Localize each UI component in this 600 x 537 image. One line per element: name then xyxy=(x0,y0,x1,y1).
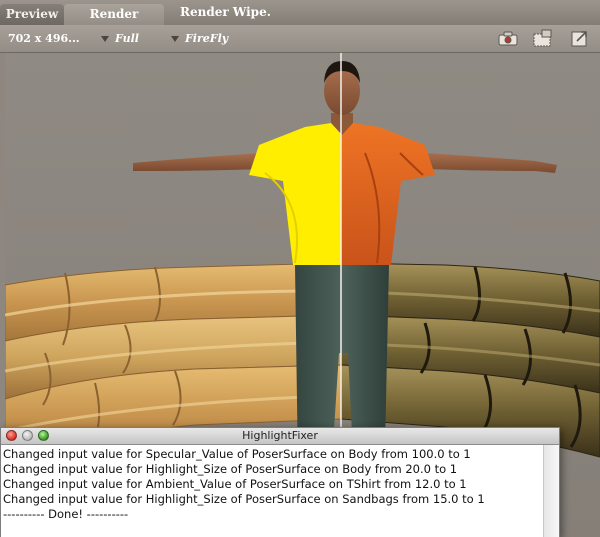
tab-preview[interactable]: Preview xyxy=(0,4,64,25)
log-line: Changed input value for Highlight_Size o… xyxy=(3,462,458,476)
poser-render-window: Preview Render Render Wipe. 702 x 496...… xyxy=(0,0,600,537)
log-scrollbar[interactable] xyxy=(543,445,559,537)
export-icon[interactable] xyxy=(569,29,591,48)
tab-strip: Preview Render Render Wipe. xyxy=(0,0,600,25)
render-settings-icon[interactable] xyxy=(531,29,553,48)
camera-icon[interactable] xyxy=(497,29,519,48)
renderer-dropdown[interactable]: FireFly xyxy=(171,25,228,52)
window-title: HighlightFixer xyxy=(242,429,318,442)
render-size-label: 702 x 496... xyxy=(8,32,80,45)
quality-dropdown[interactable]: Full xyxy=(101,25,139,52)
tab-render[interactable]: Render xyxy=(64,4,164,25)
log-lines: Changed input value for Specular_Value o… xyxy=(3,447,539,522)
renderer-value: FireFly xyxy=(185,32,229,45)
highlightfixer-window: HighlightFixer Changed input value for S… xyxy=(0,427,560,537)
chevron-down-icon xyxy=(171,36,179,42)
log-line: Changed input value for Specular_Value o… xyxy=(3,447,471,461)
chevron-down-icon xyxy=(101,36,109,42)
render-wipe-label[interactable]: Render Wipe. xyxy=(180,3,271,21)
render-settings-bar: 702 x 496... Full FireFly xyxy=(0,25,600,53)
render-size-readout: 702 x 496... xyxy=(8,25,80,52)
log-line: Changed input value for Ambient_Value of… xyxy=(3,477,467,491)
log-line: Changed input value for Highlight_Size o… xyxy=(3,492,485,506)
output-log[interactable]: Changed input value for Specular_Value o… xyxy=(1,445,559,537)
log-line: ---------- Done! ---------- xyxy=(3,507,129,521)
quality-value: Full xyxy=(115,32,139,45)
window-titlebar[interactable]: HighlightFixer xyxy=(1,428,559,445)
